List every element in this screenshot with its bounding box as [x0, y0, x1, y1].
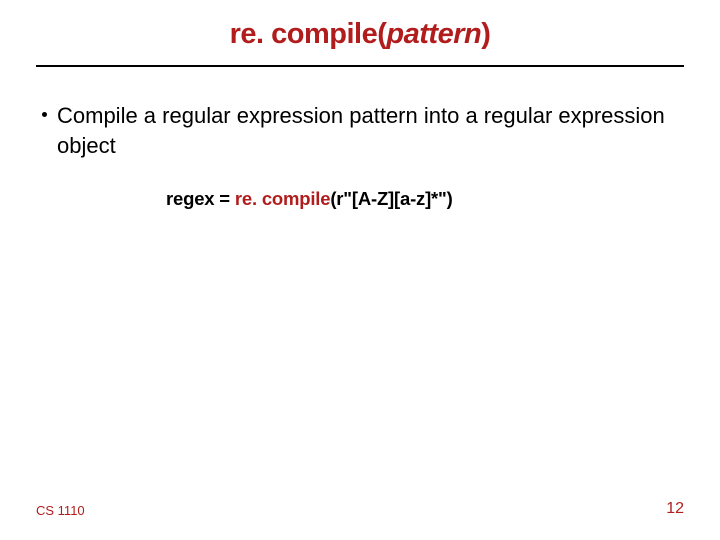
code-function: re. compile — [235, 188, 330, 209]
title-function: re. compile( — [230, 18, 387, 50]
title-close: ) — [481, 18, 490, 50]
slide-title: re. compile(pattern) — [36, 18, 684, 51]
footer-page-number: 12 — [666, 500, 684, 518]
title-argument: pattern — [386, 18, 481, 50]
slide: re. compile(pattern) Compile a regular e… — [0, 0, 720, 540]
title-area: re. compile(pattern) — [36, 18, 684, 67]
code-args: (r"[A-Z][a-z]*") — [330, 188, 452, 209]
bullet-item: Compile a regular expression pattern int… — [36, 101, 684, 160]
code-lhs: regex = — [166, 188, 235, 209]
bullet-dot-icon — [42, 112, 47, 117]
code-example: regex = re. compile(r"[A-Z][a-z]*") — [36, 188, 684, 210]
bullet-text: Compile a regular expression pattern int… — [57, 101, 684, 160]
footer-course: CS 1110 — [36, 503, 85, 518]
